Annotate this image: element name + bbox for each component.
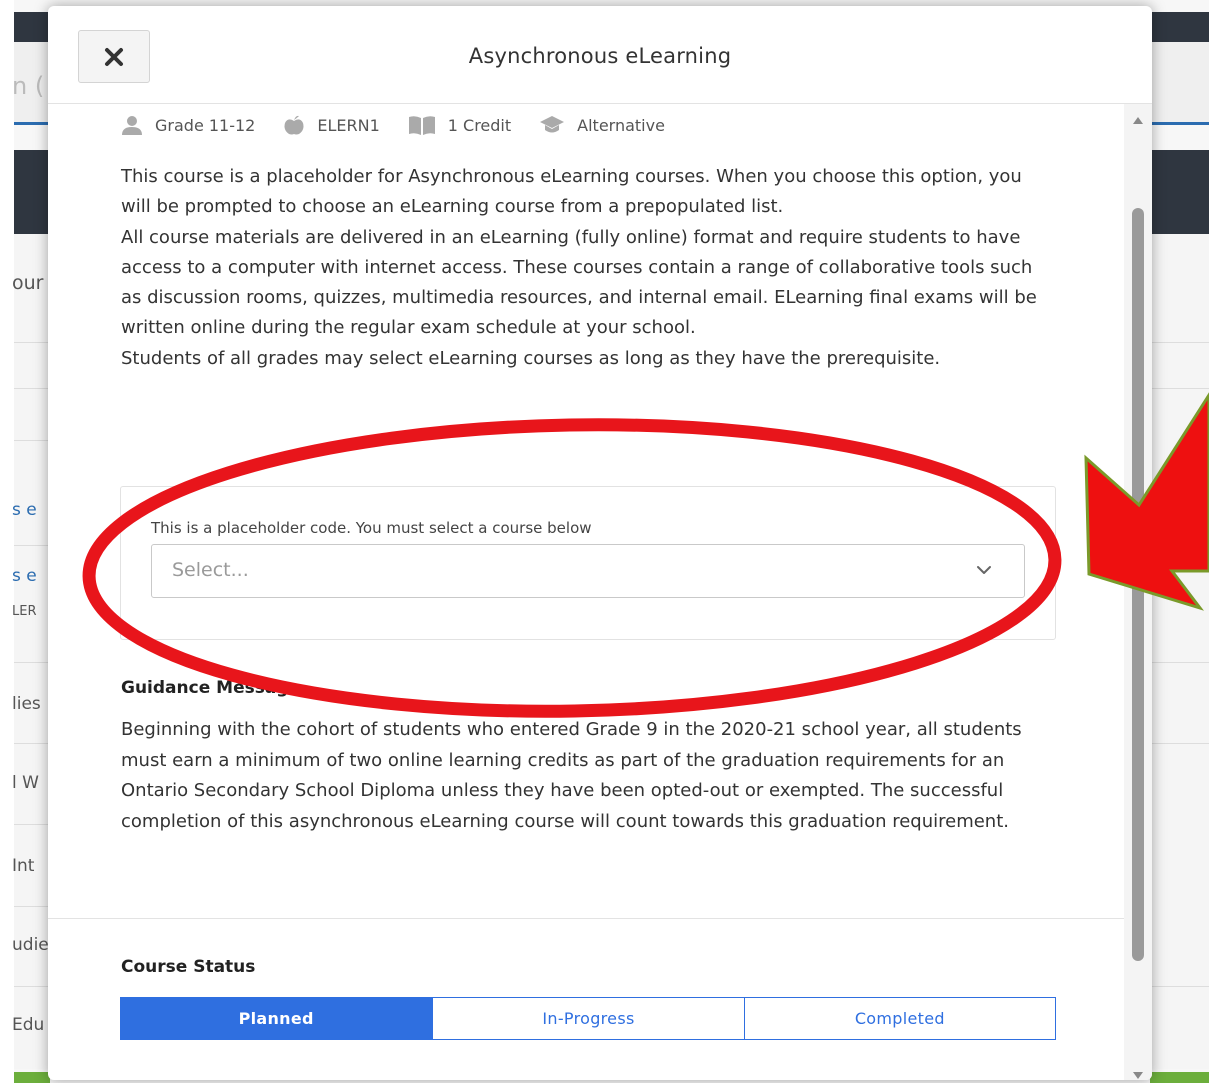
background-row-divider [1152, 662, 1209, 663]
description-paragraph: All course materials are delivered in an… [121, 226, 1037, 339]
modal-scrollbar[interactable] [1124, 104, 1152, 1080]
meta-pathway: Alternative [539, 115, 665, 135]
footer-green-bar [14, 1072, 50, 1083]
background-course-link[interactable]: s e [12, 500, 37, 520]
course-status-title: Course Status [121, 957, 256, 977]
background-row-divider [14, 662, 50, 663]
guidance-title: Guidance Message [121, 678, 301, 698]
background-text-fragment: lies [12, 694, 41, 714]
book-icon [408, 115, 436, 135]
background-text-fragment: Edu [12, 1015, 45, 1035]
user-icon [121, 115, 143, 135]
select-label: This is a placeholder code. You must sel… [151, 519, 592, 537]
background-row-divider [14, 388, 50, 389]
modal-header: Asynchronous eLearning [48, 6, 1152, 104]
background-row-divider [1152, 342, 1209, 343]
background-row-divider [14, 824, 50, 825]
meta-pathway-label: Alternative [577, 115, 665, 135]
background-row-divider [1152, 388, 1209, 389]
meta-code: ELERN1 [283, 115, 380, 135]
modal-body: Grade 11-12 ELERN1 1 Credit Alternative [48, 104, 1152, 1080]
background-row-divider [1152, 986, 1209, 987]
guidance-text: Beginning with the cohort of students wh… [121, 719, 1022, 832]
scrollbar-thumb[interactable] [1132, 208, 1144, 961]
footer-green-bar [1150, 1072, 1209, 1083]
status-planned-button[interactable]: Planned [120, 997, 433, 1040]
background-text-fragment: our [12, 272, 44, 294]
course-select-card: This is a placeholder code. You must sel… [120, 486, 1056, 640]
background-row-divider [14, 342, 50, 343]
background-row-divider [14, 906, 50, 907]
meta-code-label: ELERN1 [317, 115, 380, 135]
description-paragraph: Students of all grades may select eLearn… [121, 347, 941, 369]
section-divider [48, 918, 1128, 919]
background-row-divider [1152, 743, 1209, 744]
background-row-divider [14, 545, 50, 546]
background-row-divider [14, 986, 50, 987]
select-placeholder: Select... [172, 559, 249, 581]
course-description: This course is a placeholder for Asynchr… [121, 162, 1056, 374]
course-meta: Grade 11-12 ELERN1 1 Credit Alternative [121, 110, 693, 140]
background-text-fragment: n ( [12, 72, 45, 100]
background-course-code: LER [12, 604, 37, 619]
scroll-down-arrow-icon[interactable] [1132, 1066, 1144, 1080]
graduation-cap-icon [539, 115, 565, 135]
modal-title: Asynchronous eLearning [468, 44, 732, 68]
scroll-up-arrow-icon[interactable] [1132, 110, 1144, 129]
status-completed-button[interactable]: Completed [744, 997, 1056, 1040]
background-row-divider [14, 743, 50, 744]
meta-credit-label: 1 Credit [447, 115, 512, 135]
background-course-link[interactable]: s e [12, 566, 37, 586]
chevron-down-icon [974, 560, 994, 584]
meta-grade-label: Grade 11-12 [155, 115, 256, 135]
description-paragraph: This course is a placeholder for Asynchr… [121, 166, 1022, 218]
background-text-fragment: l W [12, 773, 39, 793]
meta-credit: 1 Credit [408, 115, 511, 135]
background-text-fragment: Int [12, 856, 35, 876]
course-detail-modal: Asynchronous eLearning Grade 11-12 ELERN… [48, 6, 1152, 1080]
apple-icon [283, 115, 305, 135]
meta-grade: Grade 11-12 [121, 115, 255, 135]
page-left-margin [0, 0, 14, 1083]
course-select-dropdown[interactable]: Select... [151, 544, 1025, 598]
course-status-toggle: Planned In-Progress Completed [120, 997, 1056, 1040]
background-text-fragment: udie [12, 935, 49, 955]
status-in-progress-button[interactable]: In-Progress [432, 997, 745, 1040]
background-row-divider [14, 440, 50, 441]
